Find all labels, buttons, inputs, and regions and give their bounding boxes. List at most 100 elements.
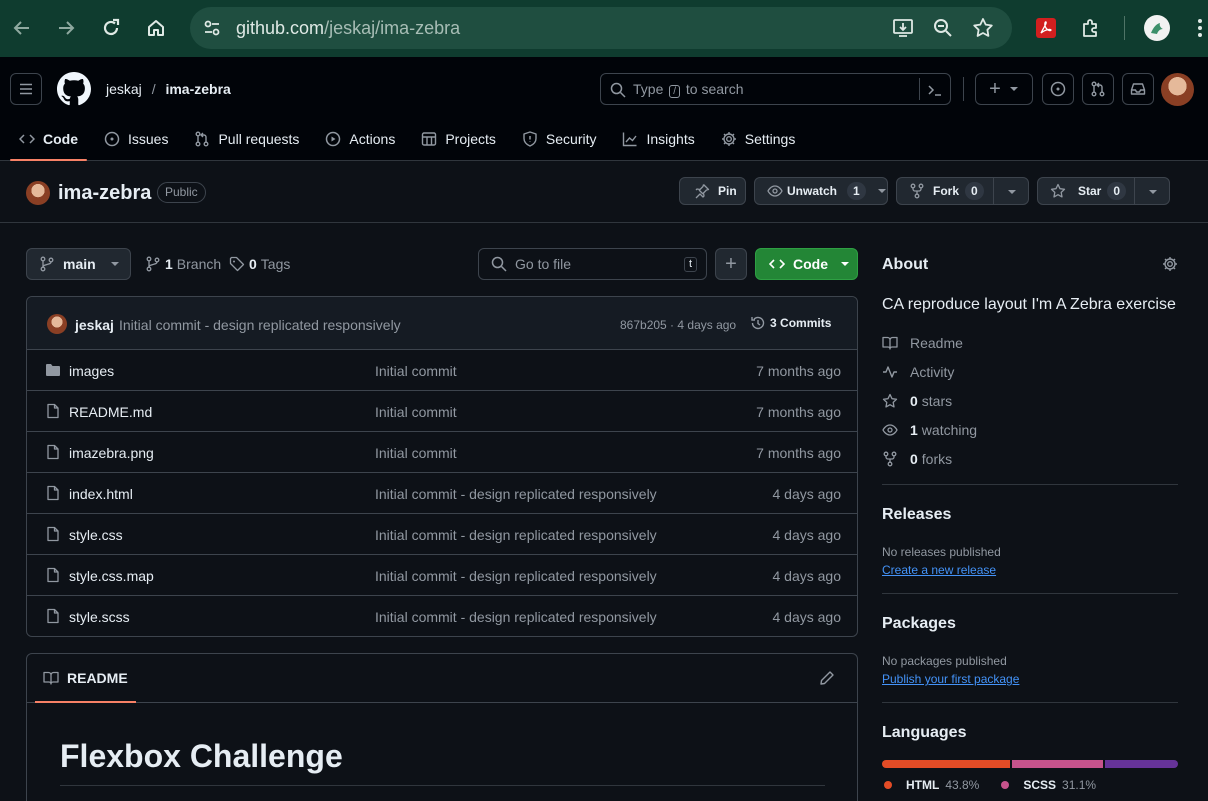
pull-requests-shortcut-button[interactable] [1082,73,1114,105]
file-name[interactable]: index.html [69,486,133,502]
breadcrumb-owner[interactable]: jeskaj [106,81,142,97]
fork-button[interactable]: Fork 0 [896,177,1029,205]
reload-button[interactable] [97,14,125,42]
tab-issues[interactable]: Issues [95,121,177,157]
branch-select-button[interactable]: main [26,248,131,280]
file-commit-message[interactable]: Initial commit - design replicated respo… [375,486,657,502]
breadcrumb-repo[interactable]: ima-zebra [165,81,230,97]
pin-button[interactable]: Pin [679,177,746,205]
owner-avatar[interactable] [26,181,50,205]
tags-link[interactable]: 0 Tags [229,256,290,272]
address-bar[interactable]: github.com/jeskaj/ima-zebra [190,7,1012,49]
file-row[interactable]: style.css Initial commit - design replica… [27,514,857,555]
language-legend-item[interactable]: SCSS 31.1% [1001,778,1096,792]
unwatch-button[interactable]: Unwatch 1 [754,177,888,205]
file-row[interactable]: style.css.map Initial commit - design rep… [27,555,857,596]
releases-heading[interactable]: Releases [882,506,951,524]
file-name[interactable]: style.scss [69,609,130,625]
global-menu-button[interactable] [10,73,42,105]
file-name[interactable]: images [69,363,114,379]
edit-readme-button[interactable] [819,670,835,686]
language-color-dot [1001,781,1010,789]
stars-link[interactable]: 0 stars [882,391,952,411]
file-commit-message[interactable]: Initial commit [375,445,457,461]
watching-link[interactable]: 1 watching [882,420,977,440]
forks-count: 0 [910,451,918,467]
pdf-extension-icon[interactable] [1034,16,1058,40]
tab-security[interactable]: Security [513,121,606,157]
extensions-icon[interactable] [1079,16,1103,40]
packages-heading[interactable]: Packages [882,615,956,633]
activity-link-label: Activity [910,364,955,380]
file-name[interactable]: style.css.map [69,568,154,584]
tab-code[interactable]: Code [10,121,87,161]
breadcrumb-separator: / [151,81,156,97]
branch-label: main [63,256,96,272]
branches-link[interactable]: 1 Branch [145,256,221,272]
profile-avatar[interactable] [1144,15,1170,41]
commit-meta[interactable]: 867b205 · 4 days ago [620,318,736,332]
file-commit-message[interactable]: Initial commit [375,404,457,420]
history-icon [751,316,765,330]
forks-link[interactable]: 0 forks [882,449,952,469]
tab-pull-requests[interactable]: Pull requests [185,121,308,157]
notifications-button[interactable] [1122,73,1154,105]
global-search-input[interactable]: Type / to search [600,73,951,105]
create-new-button[interactable]: + [975,73,1033,105]
file-row[interactable]: index.html Initial commit - design replic… [27,473,857,514]
zoom-icon[interactable] [932,17,954,39]
back-button[interactable] [8,14,36,42]
publish-package-link[interactable]: Publish your first package [882,672,1019,686]
tab-actions[interactable]: Actions [316,121,404,157]
language-legend-item[interactable]: HTML 43.8% [884,778,979,792]
search-prefix: Type [633,81,664,97]
user-avatar[interactable] [1161,73,1194,106]
issues-shortcut-button[interactable] [1042,73,1074,105]
file-commit-message[interactable]: Initial commit - design replicated respo… [375,527,657,543]
file-commit-message[interactable]: Initial commit - design replicated respo… [375,609,657,625]
browser-menu-button[interactable] [1192,16,1208,40]
triangle-down-icon[interactable] [1007,189,1017,195]
repo-name[interactable]: ima-zebra [58,182,151,205]
file-commit-message[interactable]: Initial commit [375,363,457,379]
install-app-icon[interactable] [892,17,914,39]
go-to-file-input[interactable]: Go to file t [478,248,707,280]
watch-counter: 1 [847,182,866,200]
file-name[interactable]: imazebra.png [69,445,154,461]
github-logo-icon[interactable] [57,72,91,106]
commits-history-link[interactable]: 3 Commits [750,315,831,331]
triangle-down-icon[interactable] [1148,189,1158,195]
triangle-down-icon [110,262,119,266]
file-commit-message[interactable]: Initial commit - design replicated respo… [375,568,657,584]
bookmark-star-icon[interactable] [972,17,994,39]
file-row[interactable]: imazebra.png Initial commit 7 months ago [27,432,857,473]
commit-message[interactable]: Initial commit - design replicated respo… [119,317,401,333]
about-settings-button[interactable] [1162,256,1178,272]
file-row[interactable]: style.scss Initial commit - design replic… [27,596,857,637]
forward-button[interactable] [52,14,80,42]
commit-author-avatar[interactable] [47,314,67,334]
readme-link[interactable]: Readme [882,333,963,353]
file-name[interactable]: README.md [69,404,152,420]
commit-author[interactable]: jeskaj [75,317,114,333]
home-button[interactable] [142,14,170,42]
site-info-icon[interactable] [202,18,222,38]
file-name[interactable]: style.css [69,527,123,543]
tab-projects[interactable]: Projects [412,121,505,157]
code-dropdown-button[interactable]: Code [755,248,858,280]
language-legend: HTML 43.8% SCSS 31.1% [884,778,1118,792]
add-file-button[interactable]: + [715,248,747,280]
activity-link[interactable]: Activity [882,362,954,382]
file-row[interactable]: README.md Initial commit 7 months ago [27,391,857,432]
readme-tab[interactable]: README [35,654,136,703]
file-icon [47,403,59,419]
tab-settings[interactable]: Settings [712,121,805,157]
create-release-link[interactable]: Create a new release [882,563,996,577]
command-palette-icon[interactable] [927,82,943,98]
tab-insights[interactable]: Insights [613,121,703,157]
file-row[interactable]: images Initial commit 7 months ago [27,350,857,391]
file-commit-time: 7 months ago [756,404,841,420]
gear-icon [1163,257,1177,271]
profile-icon [1151,23,1163,34]
star-button[interactable]: Star 0 [1037,177,1170,205]
